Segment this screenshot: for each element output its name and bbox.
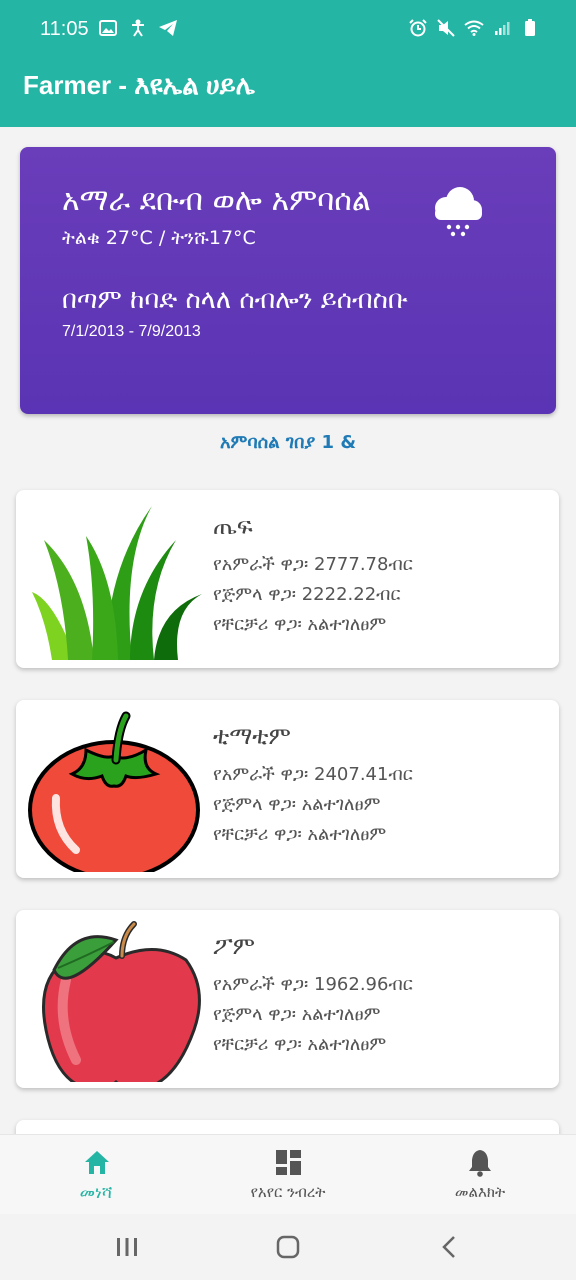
nav-home[interactable]: መነሻ [0, 1135, 192, 1215]
status-bar: 11:05 [0, 0, 576, 60]
wholesale-price: የጅምላ ዋጋ፡ አልተገለፀም [213, 1004, 381, 1025]
nav-messages[interactable]: መልእክት [384, 1135, 576, 1215]
recent-apps-icon[interactable] [107, 1232, 147, 1262]
bell-icon [464, 1147, 496, 1179]
wholesale-price: የጅምላ ዋጋ፡ 2222.22ብር [213, 584, 401, 605]
apple-icon [26, 920, 204, 1091]
weather-temperature: ትልቁ 27°C / ትንሹ17°C [62, 227, 256, 249]
telegram-icon [158, 18, 178, 38]
image-icon [98, 18, 118, 38]
battery-icon [520, 18, 540, 38]
crop-name: ፖም [213, 932, 256, 960]
crop-card[interactable]: ፖም የአምራች ዋጋ፡ 1962.96ብር የጅምላ ዋጋ፡ አልተገለፀም … [16, 910, 559, 1091]
status-left-icons [98, 18, 178, 38]
weather-advice: በጣም ከባድ ስላለ ሰብሎን ይሰብስቡ [62, 285, 408, 315]
crop-name: ጤፍ [213, 512, 253, 540]
weather-card[interactable]: አማራ ደቡብ ወሎ አምባሰል ትልቁ 27°C / ትንሹ17°C በጣም … [20, 147, 556, 414]
bottom-navigation: መነሻ የአየር ንብረት መልእክት [0, 1134, 576, 1215]
nav-messages-label: መልእክት [454, 1183, 506, 1201]
producer-price: የአምራች ዋጋ፡ 2407.41ብር [213, 764, 413, 785]
retail-price: የቸርቻሪ ዋጋ፡ አልተገለፀም [213, 824, 387, 845]
alarm-icon [408, 18, 428, 38]
market-label[interactable]: አምባሰል ገበያ 1 & [0, 432, 576, 453]
crop-card[interactable]: ቲማቲም የአምራች ዋጋ፡ 2407.41ብር የጅምላ ዋጋ፡ አልተገለፀ… [16, 700, 559, 880]
signal-icon [492, 18, 512, 38]
nav-weather[interactable]: የአየር ንብረት [192, 1135, 384, 1215]
retail-price: የቸርቻሪ ዋጋ፡ አልተገለፀም [213, 614, 387, 635]
wifi-icon [464, 18, 484, 38]
mute-icon [436, 18, 456, 38]
app-header: 11:05 Farmer - እዩኤል ሀይሌ [0, 0, 576, 127]
wholesale-price: የጅምላ ዋጋ፡ አልተገለፀም [213, 794, 381, 815]
status-time: 11:05 [40, 18, 89, 40]
nav-weather-label: የአየር ንብረት [250, 1183, 326, 1201]
back-icon[interactable] [430, 1232, 470, 1262]
tomato-icon [26, 710, 204, 880]
crop-name: ቲማቲም [213, 722, 291, 750]
cloud-snow-icon [426, 183, 488, 245]
nav-home-label: መነሻ [79, 1183, 113, 1203]
home-icon [81, 1147, 113, 1179]
accessibility-icon [128, 18, 148, 38]
retail-price: የቸርቻሪ ዋጋ፡ አልተገለፀም [213, 1034, 387, 1055]
producer-price: የአምራች ዋጋ፡ 1962.96ብር [213, 974, 413, 995]
producer-price: የአምራች ዋጋ፡ 2777.78ብር [213, 554, 413, 575]
system-navigation-bar [0, 1214, 576, 1280]
weather-location: አማራ ደቡብ ወሎ አምባሰል [62, 183, 371, 218]
home-button-icon[interactable] [268, 1232, 308, 1262]
crop-card[interactable]: ጤፍ የአምራች ዋጋ፡ 2777.78ብር የጅምላ ዋጋ፡ 2222.22ብ… [16, 490, 559, 668]
weather-date-range: 7/1/2013 - 7/9/2013 [62, 323, 201, 340]
app-title: Farmer - እዩኤል ሀይሌ [23, 70, 255, 100]
grass-icon [26, 500, 204, 662]
status-right-icons [408, 18, 540, 38]
dashboard-icon [272, 1147, 304, 1179]
